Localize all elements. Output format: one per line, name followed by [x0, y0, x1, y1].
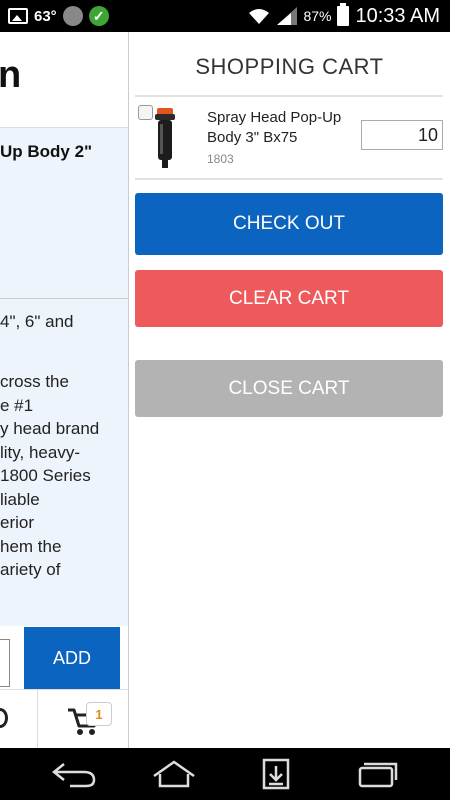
description-line: 1800 Series	[0, 466, 91, 485]
description-line: lity, heavy-	[0, 442, 80, 462]
product-details: Up Body 2" 4", 6" and cross the e #1 y h…	[0, 128, 128, 626]
divider	[0, 298, 128, 299]
back-icon[interactable]	[50, 758, 98, 790]
system-nav-bar	[0, 748, 450, 800]
search-icon[interactable]	[0, 708, 8, 728]
item-name: Spray Head Pop-Up Body 3" Bx75	[207, 109, 342, 146]
page-footer: 1	[0, 689, 128, 748]
description-line: erior	[0, 513, 35, 532]
footer-separator	[37, 690, 38, 748]
signal-icon	[277, 7, 298, 25]
page-header: n	[0, 32, 128, 128]
add-to-cart-button[interactable]: ADD	[24, 627, 120, 689]
description-line: cross the	[0, 372, 69, 391]
clock: 10:33 AM	[355, 4, 440, 27]
shopping-cart-panel: SHOPPING CART Spray Head Pop-Up Body 3" …	[129, 32, 450, 748]
logo: n	[0, 54, 22, 96]
wifi-icon	[249, 9, 270, 24]
close-cart-button[interactable]: CLOSE CART	[135, 360, 443, 417]
product-title: Up Body 2"	[0, 142, 93, 161]
cart-count-badge: 1	[86, 702, 112, 726]
menu-icon[interactable]	[252, 758, 300, 790]
divider	[135, 95, 443, 97]
description-line: e #1	[0, 395, 34, 415]
divider	[135, 178, 443, 180]
temperature: 63°	[34, 7, 57, 25]
description-line: hem the	[0, 536, 62, 556]
cart-item: Spray Head Pop-Up Body 3" Bx75 1803 10	[135, 98, 443, 178]
product-thumbnail	[155, 108, 175, 168]
checkout-button[interactable]: CHECK OUT	[135, 193, 443, 255]
image-icon	[8, 8, 28, 24]
item-sku: 1803	[207, 152, 234, 166]
cart-title: SHOPPING CART	[195, 54, 384, 79]
product-description: cross the e #1 y head brand lity, heavy-…	[0, 370, 99, 582]
recent-apps-icon[interactable]	[352, 758, 400, 790]
battery-percent: 87%	[303, 8, 332, 24]
home-icon[interactable]	[150, 758, 198, 790]
check-icon: ✓	[88, 6, 109, 26]
product-sizes-text: 4", 6" and	[0, 312, 74, 331]
description-line: ariety of	[0, 560, 61, 579]
battery-icon	[337, 3, 350, 26]
weather-circle-icon	[62, 6, 83, 26]
description-line: liable	[0, 489, 40, 509]
quantity-input-background[interactable]	[0, 639, 10, 687]
status-bar: 63° ✓ 87% 10:33 AM	[0, 0, 450, 32]
description-line: y head brand	[0, 419, 100, 438]
item-quantity-input[interactable]: 10	[361, 120, 443, 150]
clear-cart-button[interactable]: CLEAR CART	[135, 270, 443, 327]
product-page-background: n Up Body 2" 4", 6" and cross the e #1 y…	[0, 32, 129, 748]
